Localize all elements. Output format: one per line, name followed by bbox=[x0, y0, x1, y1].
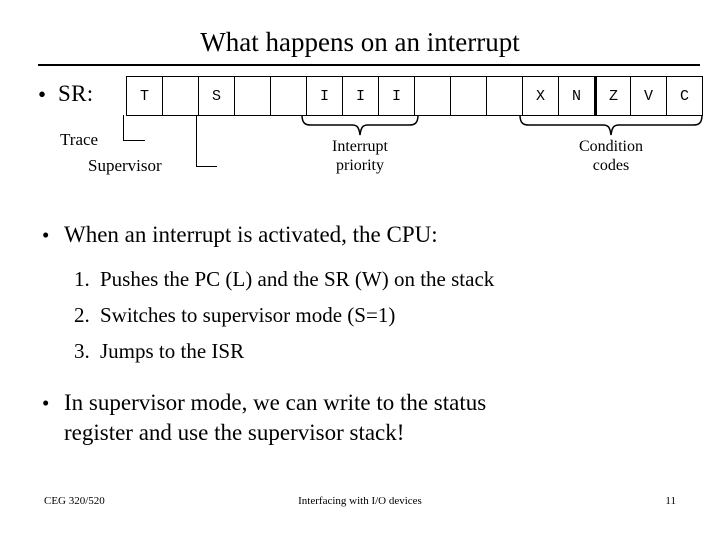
step-item-2: 2. Switches to supervisor mode (S=1) bbox=[74, 301, 395, 330]
condition-codes-label: Condition codes bbox=[518, 137, 704, 175]
bullet-icon: • bbox=[38, 82, 47, 107]
page-title: What happens on an interrupt bbox=[200, 27, 520, 57]
interrupt-priority-line1: Interrupt bbox=[332, 138, 388, 155]
step-text-3: Jumps to the ISR bbox=[100, 339, 245, 363]
sr-bit-cell-8: I bbox=[379, 77, 415, 115]
supervisor-label: Supervisor bbox=[88, 156, 162, 175]
trace-label: Trace bbox=[60, 130, 99, 149]
bullet-cpu-actions-text: When an interrupt is activated, the CPU: bbox=[64, 222, 438, 247]
bullet-supervisor-mode-line2: register and use the supervisor stack! bbox=[64, 420, 405, 445]
step-number-1: 1. bbox=[74, 267, 90, 291]
slide-footer: CEG 320/520 Interfacing with I/O devices… bbox=[0, 494, 720, 514]
bullet-icon: • bbox=[42, 391, 50, 415]
sr-bit-cell-2: Z bbox=[595, 77, 631, 115]
step-number-2: 2. bbox=[74, 303, 90, 327]
sr-bit-cell-1: V bbox=[631, 77, 667, 115]
sr-bit-cell-6 bbox=[451, 77, 487, 115]
step-number-3: 3. bbox=[74, 339, 90, 363]
sr-bit-cell-7 bbox=[415, 77, 451, 115]
step-item-1: 1. Pushes the PC (L) and the SR (W) on th… bbox=[74, 265, 494, 294]
sr-bit-cell-14 bbox=[163, 77, 199, 115]
footer-topic: Interfacing with I/O devices bbox=[298, 495, 422, 507]
supervisor-leader-line bbox=[196, 115, 217, 167]
title-divider bbox=[38, 64, 700, 66]
bullet-icon: • bbox=[42, 223, 50, 247]
condition-codes-brace bbox=[519, 115, 703, 136]
status-register-label: SR: bbox=[58, 81, 94, 106]
trace-leader-line bbox=[123, 115, 145, 141]
bullet-supervisor-mode-line1: In supervisor mode, we can write to the … bbox=[64, 390, 487, 415]
step-text-2: Switches to supervisor mode (S=1) bbox=[100, 303, 396, 327]
sr-bit-cell-15: T bbox=[127, 77, 163, 115]
sr-bit-cell-12 bbox=[235, 77, 271, 115]
sr-bit-cell-11 bbox=[271, 77, 307, 115]
sr-bit-cell-9: I bbox=[343, 77, 379, 115]
status-register-bit-table: T S I I I X N Z V C bbox=[126, 76, 703, 116]
sr-bit-cell-5 bbox=[487, 77, 523, 115]
status-register-row: • SR: T S I I I X N Z V C bbox=[38, 76, 708, 118]
sr-bit-cell-4: X bbox=[523, 77, 559, 115]
sr-bit-cell-0: C bbox=[667, 77, 703, 115]
bullet-cpu-actions: • When an interrupt is activated, the CP… bbox=[42, 220, 682, 250]
interrupt-priority-line2: priority bbox=[336, 157, 384, 174]
condition-codes-line2: codes bbox=[592, 157, 630, 174]
condition-codes-line1: Condition bbox=[578, 138, 643, 155]
bullet-supervisor-mode: • In supervisor mode, we can write to th… bbox=[42, 388, 692, 448]
sr-bit-cell-13: S bbox=[199, 77, 235, 115]
step-text-1: Pushes the PC (L) and the SR (W) on the … bbox=[100, 267, 495, 291]
sr-bit-cell-3: N bbox=[559, 77, 595, 115]
sr-bit-cell-10: I bbox=[307, 77, 343, 115]
register-annotations: Trace Supervisor Interrupt priority Cond… bbox=[0, 115, 720, 190]
step-item-3: 3. Jumps to the ISR bbox=[74, 337, 244, 366]
interrupt-priority-brace bbox=[301, 115, 419, 136]
interrupt-priority-label: Interrupt priority bbox=[300, 137, 420, 175]
footer-page-number: 11 bbox=[665, 495, 676, 507]
